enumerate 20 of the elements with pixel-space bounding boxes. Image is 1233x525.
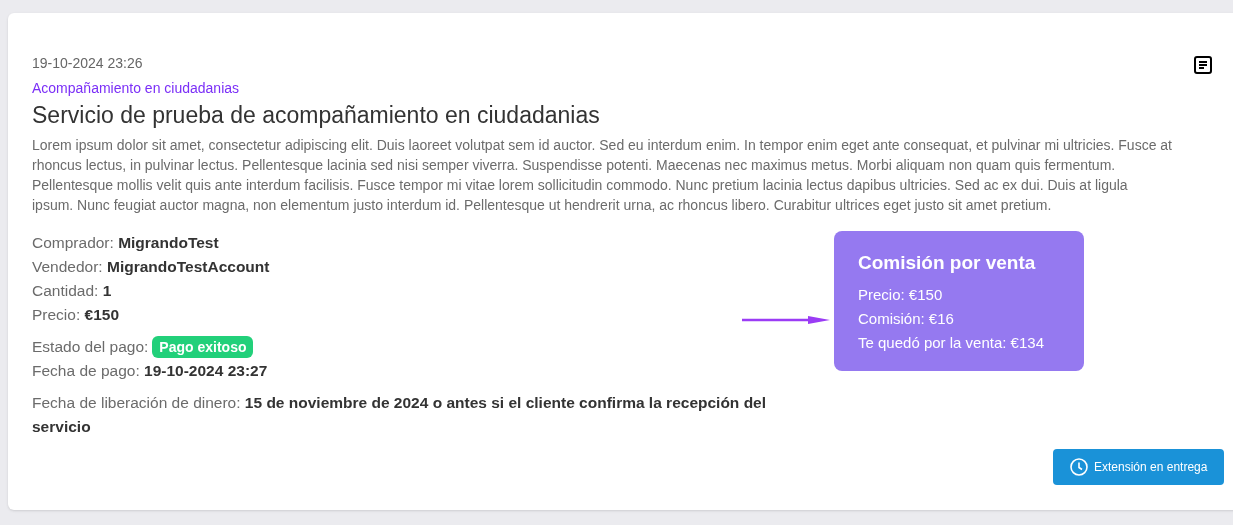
commission-line: Precio: €150 — [858, 285, 944, 305]
field-label: Estado del pago: — [32, 337, 149, 357]
category-label: Acompañamiento en ciudadanias — [32, 79, 241, 98]
detail-line: Precio: €150 — [32, 305, 120, 325]
extension-button[interactable]: Extensión en entrega — [1053, 449, 1225, 485]
commission-line: Comisión: €16 — [858, 309, 955, 329]
document-icon[interactable] — [1193, 55, 1213, 75]
arrow-icon — [742, 315, 830, 325]
clock-icon — [1070, 458, 1088, 476]
detail-line: Comprador: MigrandoTest — [32, 233, 219, 253]
order-date: 19-10-2024 23:26 — [32, 54, 143, 73]
status-badge: Pago exitoso — [152, 336, 254, 358]
detail-line: Fecha de liberación de dinero: 15 de noviembre de 2024 o antes si el cliente confirma la recepción del servicio — [32, 393, 768, 437]
detail-line: Fecha de pago: 19-10-2024 23:27 — [32, 361, 268, 381]
detail-line: Cantidad: 1 — [32, 281, 112, 301]
service-description: Lorem ipsum dolor sit amet, consectetur adipiscing elit. Duis laoreet volutpat sem id auctor. Sed eu interdum enim. In tempor enim eget ante consequat, et pulvinar mi ultricies. Fusce at rhoncus lectus, in pulvinar lectus. Pellentesque lacinia sed nisi semper viverra. Suspendisse potenti. Maecenas nec maximus metus. Morbi aliquam non quam quis fermentum. Pellentesque mollis velit quis ante interdum facilisis. Fusce tempor mi vitae lorem sollicitudin commodo. Nunc pretium lacinia lectus dapibus ultricies. Sed ac ex dui. Duis at ligula ipsum. Nunc feugiat auctor magna, non elementum justo interdum id. Pellentesque ut hendrerit urna, ac rhoncus libero. Curabitur ultrices eget justo sit amet pretium. — [32, 136, 1172, 215]
service-title: Servicio de prueba de acompañamiento en ciudadanias — [32, 101, 601, 130]
commission-title: Comisión por venta — [858, 251, 1037, 275]
detail-line: Vendedor: MigrandoTestAccount — [32, 257, 270, 277]
commission-line: Te quedó por la venta: €134 — [858, 333, 1045, 353]
